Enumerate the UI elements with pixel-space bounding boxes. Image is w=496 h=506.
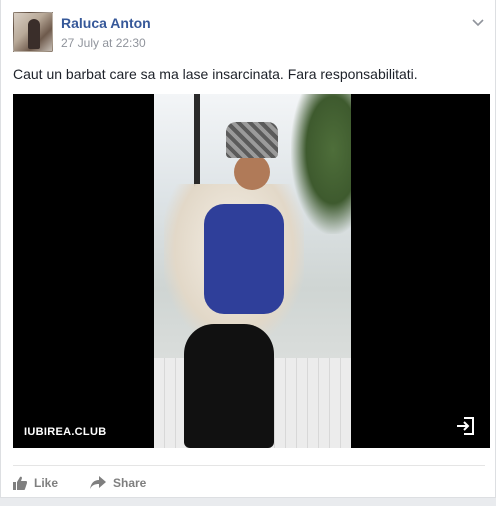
author-avatar[interactable] (13, 12, 53, 52)
share-arrow-icon (90, 476, 106, 489)
media-watermark: IUBIREA.CLUB (24, 426, 107, 438)
like-button[interactable]: Like (13, 474, 58, 492)
post-card: Raluca Anton 27 July at 22:30 Caut un ba… (0, 0, 496, 498)
like-label: Like (34, 476, 59, 490)
post-timestamp[interactable]: 27 July at 22:30 (61, 36, 146, 50)
action-divider (13, 465, 485, 466)
chevron-down-icon[interactable] (471, 16, 485, 30)
post-text: Caut un barbat care sa ma lase insarcina… (13, 66, 418, 82)
post-photo[interactable] (154, 94, 351, 448)
share-button[interactable]: Share (90, 474, 146, 492)
post-media[interactable]: IUBIREA.CLUB (13, 94, 490, 448)
thumbs-up-icon (13, 476, 27, 490)
exit-to-app-icon[interactable] (456, 416, 476, 436)
share-label: Share (113, 476, 147, 490)
author-name[interactable]: Raluca Anton (61, 15, 151, 31)
